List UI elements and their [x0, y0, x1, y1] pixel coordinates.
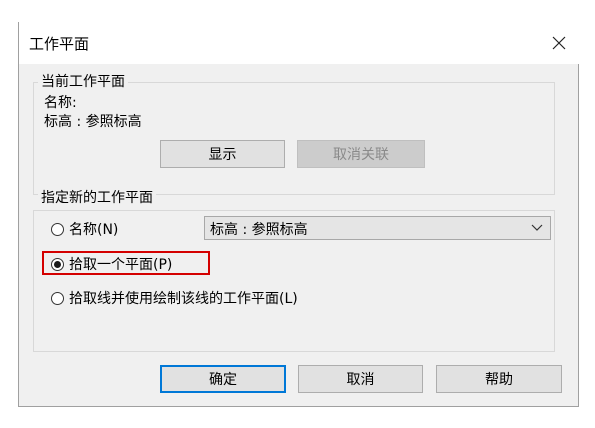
current-plane-group	[33, 82, 555, 195]
radio-button[interactable]	[51, 291, 64, 305]
radio-pick-plane-option[interactable]: 拾取一个平面(P)	[51, 254, 172, 274]
radio-button[interactable]	[51, 222, 64, 236]
help-button[interactable]: 帮助	[436, 365, 562, 393]
radio-name-option[interactable]: 名称(N)	[51, 219, 118, 239]
name-label: 名称:	[44, 95, 77, 111]
radio-label: 拾取线并使用绘制该线的工作平面(L)	[69, 291, 298, 307]
close-icon	[552, 36, 566, 50]
current-plane-legend: 当前工作平面	[38, 73, 128, 91]
name-value: 标高 : 参照标高	[44, 114, 142, 130]
ok-button[interactable]: 确定	[160, 365, 286, 393]
radio-label: 名称(N)	[69, 222, 119, 238]
radio-button[interactable]	[51, 257, 64, 271]
radio-label: 拾取一个平面(P)	[69, 257, 173, 273]
name-select-value: 标高 : 参照标高	[210, 222, 308, 238]
dialog-title: 工作平面	[29, 35, 90, 53]
work-plane-dialog: 工作平面 当前工作平面 名称: 标高 : 参照标高 显示 取消关联 指定新的工作…	[18, 22, 580, 407]
close-button[interactable]	[542, 26, 576, 60]
specify-new-legend: 指定新的工作平面	[38, 189, 156, 207]
dissociate-button[interactable]: 取消关联	[297, 140, 425, 168]
radio-pick-line-option[interactable]: 拾取线并使用绘制该线的工作平面(L)	[51, 288, 298, 308]
cancel-button[interactable]: 取消	[298, 365, 423, 393]
show-button[interactable]: 显示	[160, 140, 285, 168]
chevron-down-icon	[531, 224, 543, 231]
name-select[interactable]: 标高 : 参照标高	[204, 216, 551, 240]
title-bar: 工作平面	[19, 22, 580, 64]
